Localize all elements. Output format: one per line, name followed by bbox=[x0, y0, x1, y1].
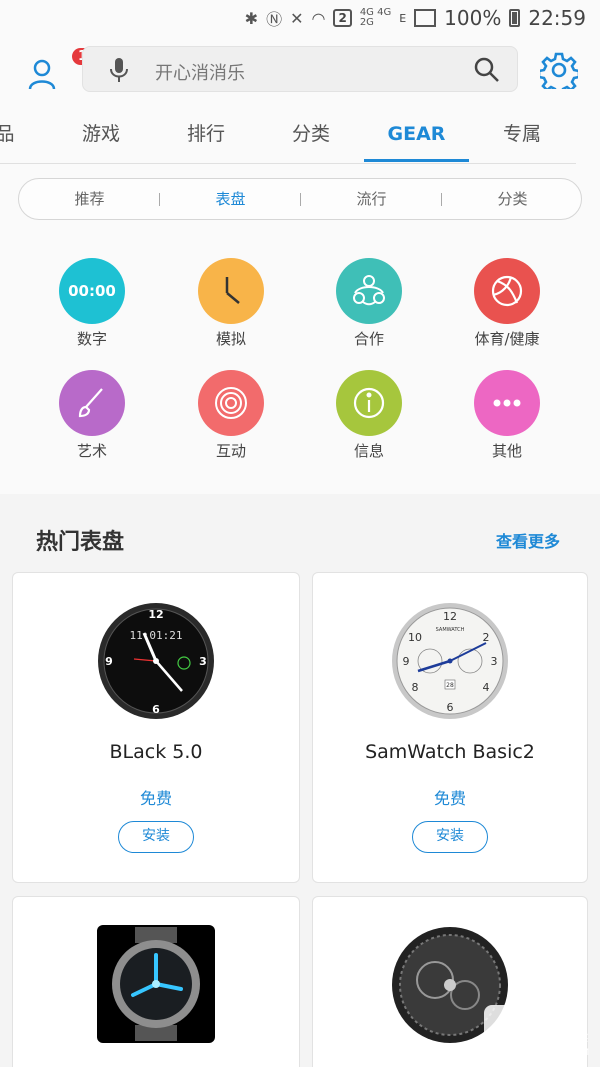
category-label: 数字 bbox=[76, 330, 107, 348]
svg-text:10: 10 bbox=[408, 631, 422, 644]
search-row: 19 开心消消乐 bbox=[0, 46, 600, 96]
category-label: 体育/健康 bbox=[474, 330, 540, 348]
wifi-icon: ◠ bbox=[311, 8, 326, 28]
category-label: 艺术 bbox=[76, 442, 107, 460]
search-input[interactable]: 开心消消乐 bbox=[155, 59, 245, 85]
install-button[interactable]: 安装 bbox=[412, 821, 488, 853]
watchface-title: SamWatch Basic2 bbox=[365, 741, 535, 763]
store-header: 19 开心消消乐 品 游戏 排行 分类 GEAR 专属 bbox=[0, 36, 600, 494]
sim-indicator: 2 bbox=[333, 9, 352, 27]
subtab-popular[interactable]: 流行 bbox=[301, 179, 442, 219]
signal-icon bbox=[414, 9, 437, 27]
watermark-brand: 值 什么值得买 bbox=[532, 1032, 589, 1044]
brush-icon bbox=[59, 370, 125, 436]
category-info[interactable]: 信息 bbox=[309, 370, 429, 461]
sports-ball-icon bbox=[474, 258, 540, 324]
tab-featured[interactable]: 品 bbox=[0, 116, 20, 162]
svg-text:2: 2 bbox=[483, 631, 490, 644]
svg-text:9: 9 bbox=[105, 655, 113, 668]
status-bar: ✱ Ⓝ ✕ ◠ 2 4G 4G 2G E 100% 22:59 bbox=[0, 0, 600, 36]
svg-text:6: 6 bbox=[152, 703, 160, 716]
svg-text:3: 3 bbox=[491, 655, 498, 668]
watchface-thumbnail: 12 3 6 9 11:01:21 bbox=[98, 603, 214, 719]
subtab-categories[interactable]: 分类 bbox=[442, 179, 583, 219]
smzdm-watermark: 沙发网 值 什么值得买 SMZDM.COM bbox=[484, 1001, 589, 1058]
watchface-card[interactable]: 12 3 6 9 11:01:21 BLack 5.0 免费 安装 bbox=[12, 572, 300, 883]
see-more-link[interactable]: 查看更多 bbox=[496, 528, 560, 552]
tab-exclusive[interactable]: 专属 bbox=[469, 116, 575, 162]
watchface-time: 11:01:21 bbox=[130, 629, 183, 642]
microphone-icon[interactable] bbox=[109, 57, 129, 83]
signal-type: E bbox=[399, 11, 407, 25]
watermark-site: SMZDM.COM bbox=[531, 1048, 589, 1058]
more-icon bbox=[474, 370, 540, 436]
category-sports[interactable]: 体育/健康 bbox=[447, 258, 567, 349]
network-type: 4G 4G 2G bbox=[360, 8, 391, 28]
nfc-icon: Ⓝ bbox=[266, 10, 283, 29]
tab-categories[interactable]: 分类 bbox=[258, 116, 364, 162]
watchface-thumbnail: 12 3 6 9 10 2 4 8 SAMWATCH 28 bbox=[392, 603, 508, 719]
category-digital[interactable]: 00:00 数字 bbox=[32, 258, 152, 349]
category-art[interactable]: 艺术 bbox=[32, 370, 152, 461]
search-icon[interactable] bbox=[473, 56, 501, 84]
svg-text:8: 8 bbox=[412, 681, 419, 694]
svg-text:6: 6 bbox=[447, 701, 454, 714]
category-collaboration[interactable]: 合作 bbox=[309, 258, 429, 349]
search-bar[interactable]: 开心消消乐 bbox=[82, 46, 518, 92]
svg-text:4: 4 bbox=[483, 681, 490, 694]
svg-text:9: 9 bbox=[403, 655, 410, 668]
mute-icon: ✕ bbox=[290, 8, 304, 28]
section-title: 热门表盘 bbox=[36, 530, 125, 555]
category-label: 信息 bbox=[353, 442, 384, 460]
category-label: 合作 bbox=[353, 330, 384, 348]
battery-percent: 100% bbox=[444, 6, 502, 30]
subtab-recommended[interactable]: 推荐 bbox=[19, 179, 160, 219]
info-icon bbox=[336, 370, 402, 436]
popular-watchfaces-section: 热门表盘 查看更多 12 3 6 9 11:01:21 BLack 5.0 免费 安装… bbox=[0, 494, 600, 1067]
main-tabs: 品 游戏 排行 分类 GEAR 专属 bbox=[0, 116, 576, 164]
category-analog[interactable]: 模拟 bbox=[171, 258, 291, 349]
subtab-watchfaces[interactable]: 表盘 bbox=[160, 179, 301, 219]
gear-subtabs: 推荐 表盘 流行 分类 bbox=[18, 178, 582, 220]
network-type-bottom: 2G bbox=[359, 17, 374, 28]
watchface-thumbnail bbox=[97, 925, 215, 1043]
user-icon bbox=[28, 59, 56, 90]
digital-clock-glyph: 00:00 bbox=[68, 282, 116, 300]
watchface-brand: SAMWATCH bbox=[436, 627, 465, 633]
analog-clock-icon bbox=[198, 258, 264, 324]
collaboration-icon bbox=[336, 258, 402, 324]
category-label: 模拟 bbox=[215, 330, 246, 348]
watchface-title: BLack 5.0 bbox=[109, 741, 203, 763]
target-icon bbox=[198, 370, 264, 436]
svg-text:12: 12 bbox=[148, 608, 163, 621]
digital-clock-icon: 00:00 bbox=[59, 258, 125, 324]
install-button[interactable]: 安装 bbox=[118, 821, 194, 853]
category-label: 互动 bbox=[215, 442, 246, 460]
battery-icon bbox=[509, 9, 521, 27]
clock: 22:59 bbox=[528, 6, 586, 30]
watchface-price: 免费 bbox=[139, 789, 172, 808]
watchface-card[interactable] bbox=[12, 896, 300, 1067]
profile-button[interactable]: 19 bbox=[28, 48, 103, 92]
category-label: 其他 bbox=[491, 442, 522, 460]
gear-icon[interactable] bbox=[540, 51, 578, 89]
tab-games[interactable]: 游戏 bbox=[48, 116, 154, 162]
category-other[interactable]: 其他 bbox=[447, 370, 567, 461]
svg-text:12: 12 bbox=[443, 610, 457, 623]
svg-text:3: 3 bbox=[199, 655, 207, 668]
bluetooth-icon: ✱ bbox=[244, 8, 259, 28]
watchface-price: 免费 bbox=[433, 789, 466, 808]
category-interactive[interactable]: 互动 bbox=[171, 370, 291, 461]
watermark-cn: 沙发网 bbox=[532, 1011, 571, 1027]
watchface-date: 28 bbox=[446, 682, 454, 689]
watchface-card[interactable]: 12 3 6 9 10 2 4 8 SAMWATCH 28 SamWatch Basic2 … bbox=[312, 572, 588, 883]
tab-rankings[interactable]: 排行 bbox=[154, 116, 258, 162]
tab-gear[interactable]: GEAR bbox=[364, 116, 469, 162]
